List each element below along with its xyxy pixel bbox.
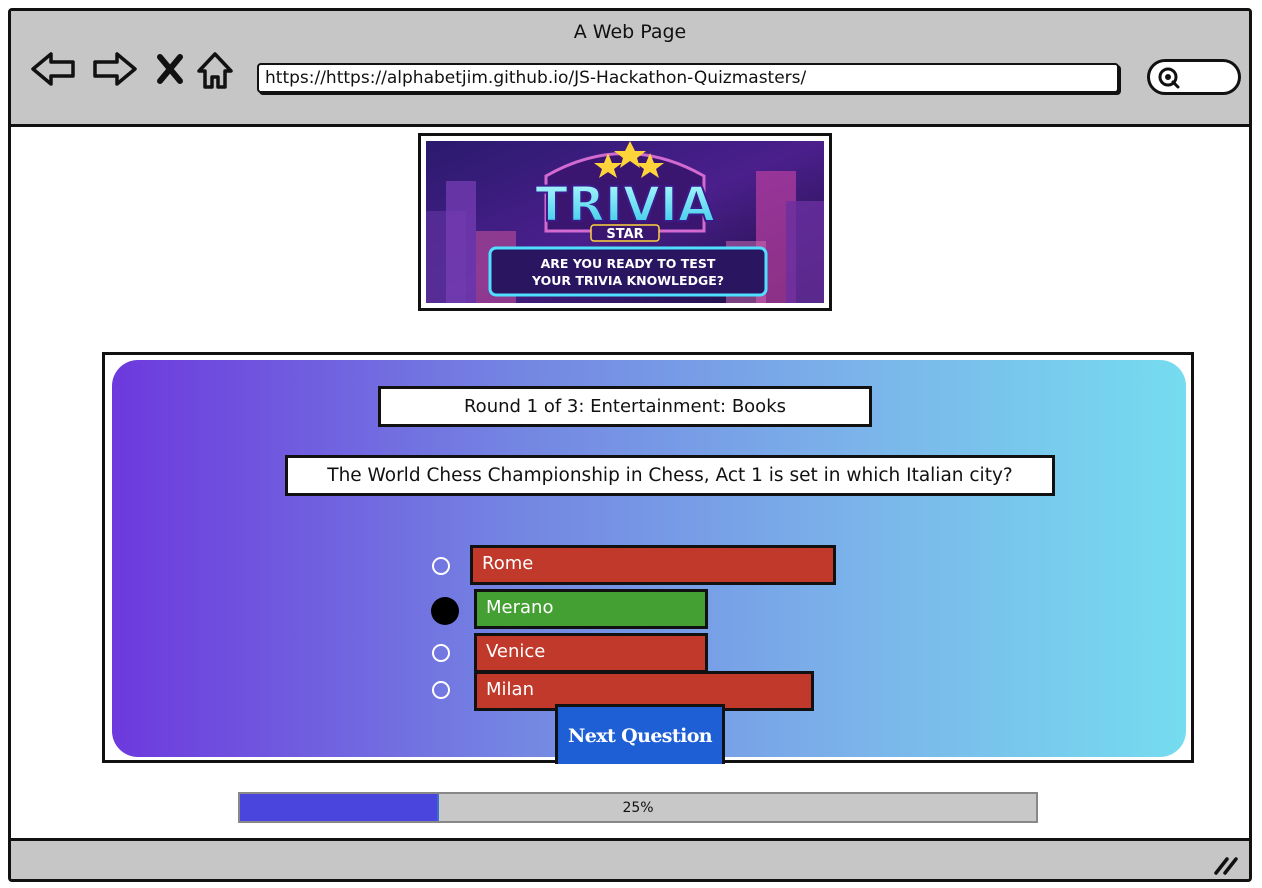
trivia-logo-image: TRIVIA STAR ARE YOU READY TO TEST YOUR T… [426,141,824,303]
answer-option-rome[interactable]: Rome [470,545,836,585]
answer-radio-venice[interactable] [432,644,450,662]
browser-chrome: A Web Page https://https://alphabetjim.g… [11,11,1249,127]
logo-subtitle: STAR [606,227,643,242]
answer-radio-milan[interactable] [432,681,450,699]
forward-arrow-icon[interactable] [91,49,139,89]
answer-radio-rome[interactable] [432,557,450,575]
trivia-logo-banner: TRIVIA STAR ARE YOU READY TO TEST YOUR T… [418,133,832,311]
logo-tagline-2: YOUR TRIVIA KNOWLEDGE? [531,273,724,288]
address-bar[interactable]: https://https://alphabetjim.github.io/JS… [257,63,1119,93]
round-label: Round 1 of 3: Entertainment: Books [378,386,872,427]
answer-option-venice[interactable]: Venice [474,633,708,673]
progress-label: 25% [622,800,654,816]
logo-tagline-1: ARE YOU READY TO TEST [541,256,716,271]
status-bar [11,838,1249,879]
back-arrow-icon[interactable] [29,49,77,89]
answer-radio-merano[interactable] [431,597,459,625]
next-question-button[interactable]: Next Question [555,704,725,764]
search-box[interactable] [1147,59,1241,95]
home-icon[interactable] [195,49,235,91]
answer-option-merano[interactable]: Merano [474,589,708,629]
resize-grip-icon[interactable] [1213,853,1239,875]
search-icon [1158,67,1180,89]
progress-bar: 25% [238,792,1038,823]
question-text: The World Chess Championship in Chess, A… [285,455,1055,496]
close-icon[interactable] [155,49,185,89]
window-title: A Web Page [573,21,687,43]
